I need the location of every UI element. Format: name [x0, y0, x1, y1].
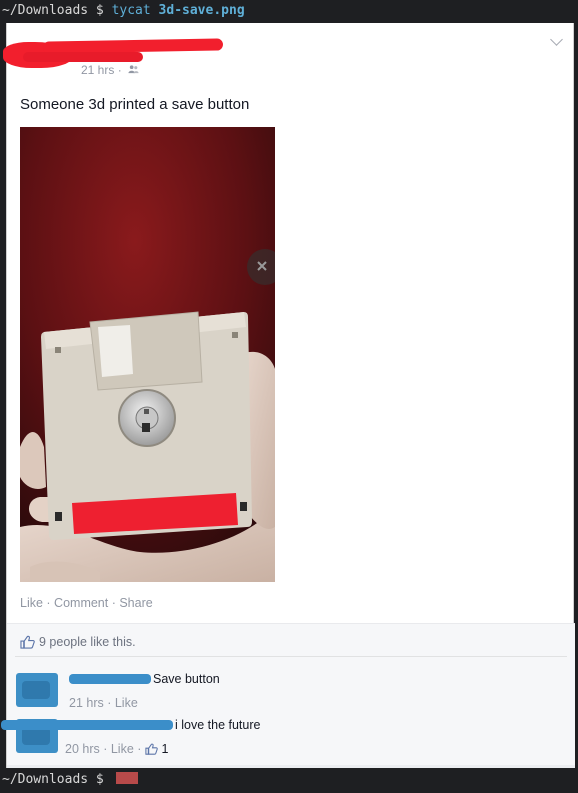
- post-photo[interactable]: [20, 127, 275, 582]
- redacted-commenter-name: [1, 720, 173, 730]
- thumbs-up-icon: [20, 635, 35, 649]
- feedback-section: 9 people like this. Save button 21 hrs ·…: [1, 623, 575, 768]
- post-timestamp[interactable]: 21 hrs: [81, 63, 114, 77]
- comment-meta: 21 hrs · Like: [69, 696, 138, 710]
- comment-like-link[interactable]: Like: [115, 696, 138, 710]
- terminal-prompt: ~/Downloads $: [2, 772, 112, 787]
- terminal-top-line: ~/Downloads $ tycat 3d-save.png: [0, 0, 578, 22]
- terminal-filename: 3d-save.png: [158, 3, 245, 18]
- post-text: Someone 3d printed a save button: [20, 96, 250, 113]
- friends-icon[interactable]: [128, 64, 139, 75]
- likes-summary[interactable]: 9 people like this.: [20, 635, 136, 649]
- comment-text: Save button: [153, 672, 220, 686]
- comment-text: i love the future: [175, 718, 261, 732]
- likes-count-text: 9 people like this.: [39, 635, 136, 649]
- comment-item: Save button 21 hrs · Like: [7, 668, 575, 712]
- share-link[interactable]: Share: [119, 596, 152, 610]
- comment-timestamp[interactable]: 21 hrs: [69, 696, 104, 710]
- commenter-avatar[interactable]: [16, 673, 58, 707]
- redacted-commenter-name: [69, 674, 151, 684]
- redacted-author-name: [3, 36, 224, 68]
- terminal-prompt: ~/Downloads $: [2, 3, 112, 18]
- comment-timestamp[interactable]: 20 hrs: [65, 742, 100, 756]
- floppy-disk-photo: [20, 127, 275, 582]
- terminal-command: tycat: [111, 3, 151, 18]
- post-meta: 21 hrs ·: [81, 63, 139, 77]
- comment-meta: 20 hrs · Like · 1: [65, 742, 169, 756]
- chevron-down-icon[interactable]: [550, 33, 563, 46]
- like-link[interactable]: Like: [20, 596, 43, 610]
- post-actions: Like · Comment · Share: [20, 596, 153, 610]
- terminal-bottom-line: ~/Downloads $: [0, 769, 578, 791]
- terminal-cursor: [115, 772, 138, 784]
- thumbs-up-icon: [145, 743, 159, 755]
- comment-link[interactable]: Comment: [54, 596, 108, 610]
- facebook-post-card: 21 hrs · Someone 3d printed a save butto…: [1, 23, 575, 768]
- divider: [15, 656, 567, 657]
- comment-like-link[interactable]: Like: [111, 742, 134, 756]
- comment-item: i love the future 20 hrs · Like · 1: [1, 714, 575, 758]
- comment-like-count[interactable]: 1: [161, 742, 168, 756]
